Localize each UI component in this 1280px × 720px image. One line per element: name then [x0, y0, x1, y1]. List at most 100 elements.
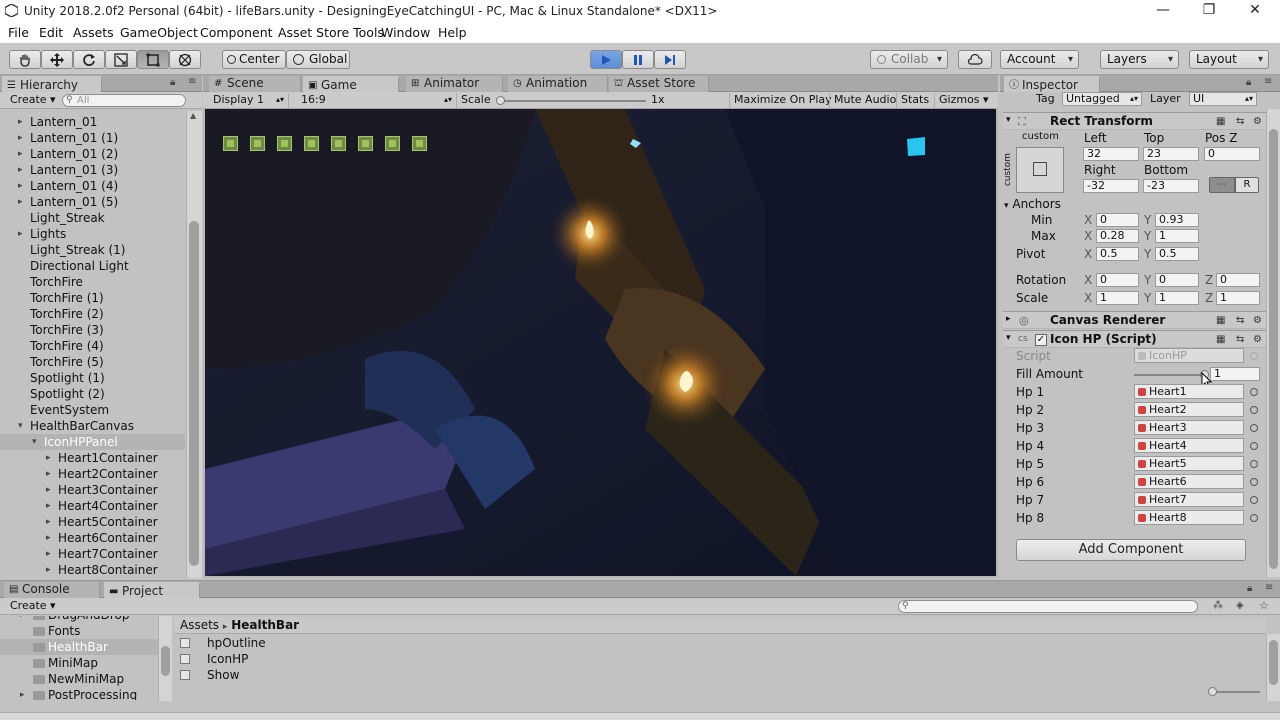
posz-input[interactable]: 0: [1204, 147, 1260, 161]
scale-y-input[interactable]: 1: [1155, 291, 1199, 305]
left-input[interactable]: 32: [1083, 147, 1139, 161]
hierarchy-scrollbar[interactable]: ▲: [186, 111, 202, 578]
aspect-dropdown[interactable]: 16:9 ▴▾: [297, 93, 457, 108]
help-book-icon[interactable]: ▦: [1216, 334, 1227, 345]
project-lock-icon[interactable]: 🔒︎: [1247, 583, 1252, 594]
hp-object-field[interactable]: Heart1: [1134, 384, 1244, 399]
right-input[interactable]: -32: [1083, 179, 1139, 193]
collapsed-arrow-icon[interactable]: ▸: [46, 562, 51, 578]
menu-assets[interactable]: Assets: [73, 25, 114, 40]
menu-help[interactable]: Help: [438, 25, 467, 40]
icon-size-slider[interactable]: [1208, 687, 1260, 696]
hierarchy-item[interactable]: ▸ Lantern_01 (3): [0, 162, 185, 178]
menu-component[interactable]: Component: [200, 25, 273, 40]
asset-scroll-thumb[interactable]: [1269, 640, 1278, 685]
tab-inspector[interactable]: ⓘ Inspector: [1004, 76, 1100, 92]
hand-tool-button[interactable]: [9, 50, 41, 69]
hierarchy-item[interactable]: TorchFire (2): [0, 306, 185, 322]
hp-object-field[interactable]: Heart2: [1134, 402, 1244, 417]
help-book-icon[interactable]: ▦: [1216, 116, 1227, 127]
folder-arrow-icon[interactable]: ▸: [20, 687, 25, 700]
hierarchy-item[interactable]: TorchFire (1): [0, 290, 185, 306]
object-picker-icon[interactable]: [1250, 460, 1258, 468]
rect-tool-button[interactable]: [137, 50, 169, 69]
anchor-min-x-input[interactable]: 0: [1096, 213, 1139, 227]
hp-object-field[interactable]: Heart8: [1134, 510, 1244, 525]
collapsed-arrow-icon[interactable]: ▸: [46, 498, 51, 514]
step-button[interactable]: [654, 50, 686, 69]
collapsed-arrow-icon[interactable]: ▸: [18, 146, 23, 162]
collab-dropdown[interactable]: Collab: [870, 50, 948, 69]
hp-object-field[interactable]: Heart4: [1134, 438, 1244, 453]
collapsed-arrow-icon[interactable]: ▸: [18, 130, 23, 146]
hierarchy-item[interactable]: Directional Light: [0, 258, 185, 274]
tab-scene[interactable]: # Scene: [209, 76, 301, 92]
collapsed-arrow-icon[interactable]: ▸: [46, 466, 51, 482]
preset-icon[interactable]: ⇆: [1236, 116, 1247, 127]
hierarchy-item[interactable]: Spotlight (2): [0, 386, 185, 402]
gizmos-dropdown[interactable]: Gizmos ▾: [934, 93, 993, 108]
hierarchy-create-button[interactable]: Create ▾: [6, 93, 60, 108]
anchor-preset-button[interactable]: [1016, 147, 1064, 193]
filter-type-icon[interactable]: ⁂: [1213, 600, 1223, 611]
project-search-input[interactable]: ⚲: [898, 600, 1198, 613]
hierarchy-item[interactable]: TorchFire (5): [0, 354, 185, 370]
panel-menu-icon[interactable]: ≡: [188, 76, 196, 87]
scale-slider-thumb[interactable]: [496, 96, 505, 105]
move-tool-button[interactable]: [41, 50, 73, 69]
rotation-x-input[interactable]: 0: [1096, 273, 1139, 287]
stats-toggle[interactable]: Stats: [896, 93, 933, 108]
icon-size-slider-thumb[interactable]: [1208, 687, 1217, 696]
anchor-max-y-input[interactable]: 1: [1155, 229, 1199, 243]
folder-scrollbar[interactable]: [158, 616, 172, 701]
maximize-button[interactable]: ❐: [1194, 2, 1224, 20]
tab-console[interactable]: ▤ Console: [4, 582, 100, 598]
pivot-center-toggle[interactable]: Center: [222, 50, 286, 69]
canvas-renderer-header[interactable]: ▸ ◎ Canvas Renderer ▦ ⇆ ⚙: [1003, 311, 1266, 329]
menu-window[interactable]: Window: [381, 25, 430, 40]
hp-object-field[interactable]: Heart7: [1134, 492, 1244, 507]
pivot-x-input[interactable]: 0.5: [1096, 247, 1139, 261]
rect-transform-header[interactable]: ▾ ⛶ Rect Transform ▦ ⇆ ⚙: [1003, 112, 1266, 130]
anchor-max-x-input[interactable]: 0.28: [1096, 229, 1139, 243]
help-book-icon[interactable]: ▦: [1216, 315, 1227, 326]
tag-dropdown[interactable]: Untagged ▴▾: [1062, 92, 1142, 106]
inspector-scrollbar[interactable]: [1266, 109, 1280, 577]
mute-audio-toggle[interactable]: Mute Audio: [829, 93, 900, 108]
scale-x-input[interactable]: 1: [1096, 291, 1139, 305]
pivot-global-toggle[interactable]: Global: [286, 50, 350, 69]
object-picker-icon[interactable]: [1250, 442, 1258, 450]
hierarchy-item[interactable]: ▸ Heart7Container: [0, 546, 185, 562]
project-folder-item[interactable]: Fonts: [0, 623, 158, 639]
asset-scrollbar[interactable]: [1266, 634, 1280, 701]
scale-slider[interactable]: [496, 96, 646, 105]
collapsed-arrow-icon[interactable]: ▸: [18, 226, 23, 242]
add-component-button[interactable]: Add Component: [1016, 539, 1246, 561]
collapsed-arrow-icon[interactable]: ▸: [18, 114, 23, 130]
hierarchy-item[interactable]: TorchFire (3): [0, 322, 185, 338]
hierarchy-item[interactable]: ▸ Heart1Container: [0, 450, 185, 466]
hierarchy-item[interactable]: TorchFire (4): [0, 338, 185, 354]
project-menu-icon[interactable]: ≡: [1265, 582, 1273, 593]
collapsed-arrow-icon[interactable]: ▸: [46, 530, 51, 546]
account-dropdown[interactable]: Account: [1000, 50, 1079, 69]
transform-tool-button[interactable]: [169, 50, 201, 69]
fill-amount-slider[interactable]: [1134, 370, 1209, 379]
collapsed-arrow-icon[interactable]: ▸: [46, 450, 51, 466]
hierarchy-item[interactable]: ▸ Heart2Container: [0, 466, 185, 482]
icon-hp-header[interactable]: ▾ cs ✓ Icon HP (Script) ▦ ⇆ ⚙: [1003, 330, 1266, 348]
tab-game[interactable]: ▣ Game: [303, 76, 399, 92]
expanded-arrow-icon[interactable]: ▾: [32, 434, 37, 450]
object-picker-icon[interactable]: [1250, 424, 1258, 432]
menu-gameobject[interactable]: GameObject: [120, 25, 198, 40]
gear-icon[interactable]: ⚙: [1253, 315, 1264, 326]
project-folder-item[interactable]: NewMiniMap: [0, 671, 158, 687]
object-picker-icon[interactable]: [1250, 496, 1258, 504]
project-folder-item[interactable]: ▸ DragAndDrop: [0, 616, 158, 623]
gear-icon[interactable]: ⚙: [1253, 116, 1264, 127]
preset-icon[interactable]: ⇆: [1236, 315, 1247, 326]
hierarchy-item[interactable]: ▸ Lantern_01 (1): [0, 130, 185, 146]
hierarchy-item[interactable]: TorchFire: [0, 274, 185, 290]
foldout-arrow-icon[interactable]: ▾: [1006, 115, 1011, 125]
filter-label-icon[interactable]: ◈: [1236, 600, 1244, 611]
